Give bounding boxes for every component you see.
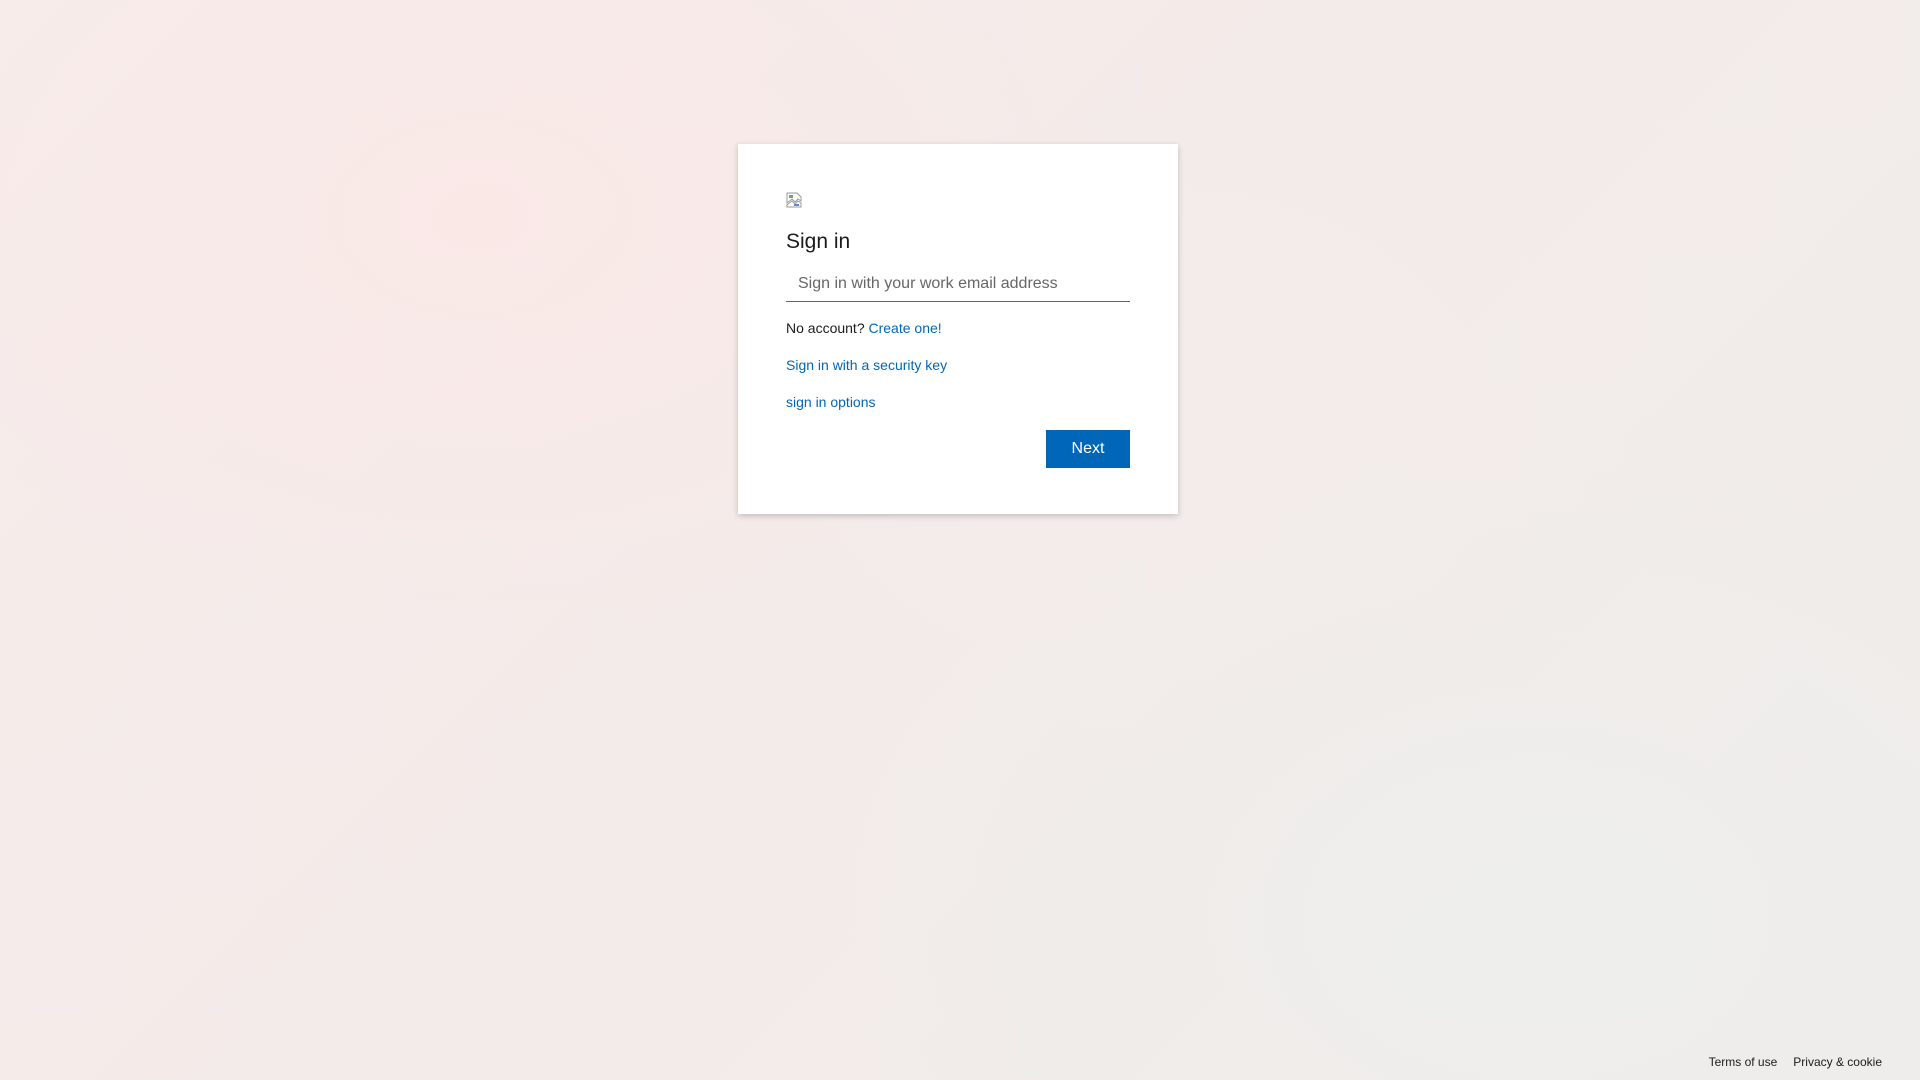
broken-image-icon [786, 192, 802, 208]
no-account-text: No account? [786, 320, 865, 336]
create-account-link[interactable]: Create one! [869, 320, 942, 336]
sign-in-options-row: sign in options [786, 392, 1130, 412]
terms-of-use-link[interactable]: Terms of use [1709, 1054, 1778, 1070]
email-field-wrapper [786, 266, 1130, 302]
no-account-row: No account? Create one! [786, 318, 1130, 338]
security-key-row: Sign in with a security key [786, 355, 1130, 375]
button-row: Next [786, 430, 1130, 468]
sign-in-card: Sign in No account? Create one! Sign in … [738, 144, 1178, 514]
footer: Terms of use Privacy & cookie [1709, 1054, 1882, 1070]
security-key-link[interactable]: Sign in with a security key [786, 357, 947, 373]
page-title: Sign in [786, 230, 851, 253]
privacy-cookie-link[interactable]: Privacy & cookie [1793, 1054, 1882, 1070]
email-field[interactable] [786, 266, 1130, 302]
next-button[interactable]: Next [1046, 430, 1130, 468]
sign-in-options-link[interactable]: sign in options [786, 394, 876, 410]
